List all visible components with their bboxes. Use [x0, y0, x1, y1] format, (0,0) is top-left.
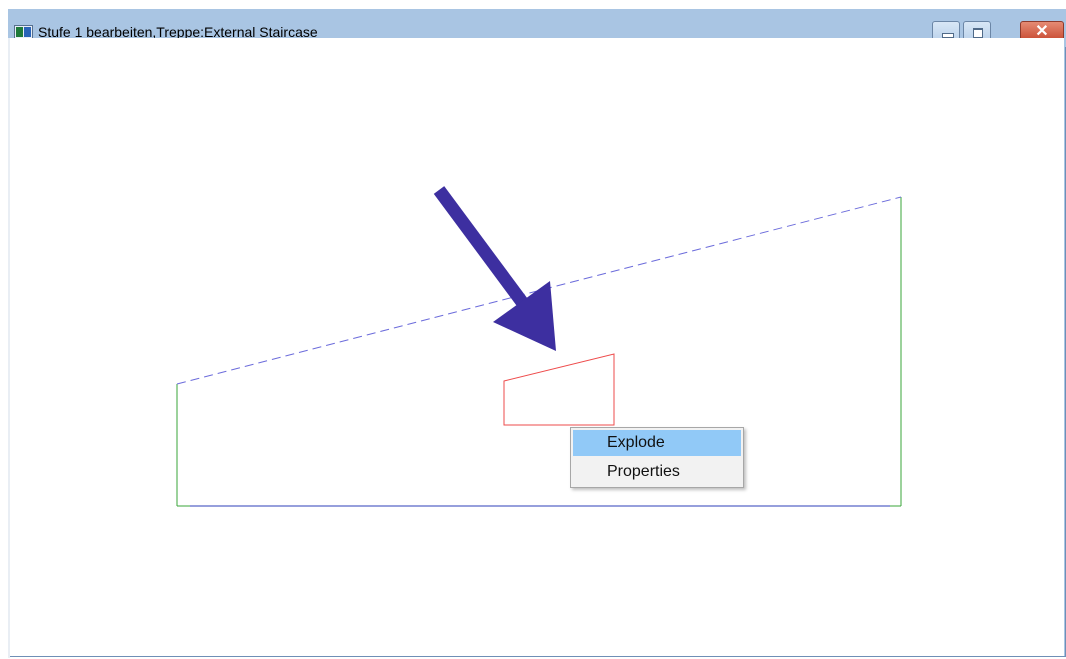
- staircase-outline[interactable]: [176, 197, 902, 507]
- pointer-arrow-head: [493, 281, 556, 351]
- step-outline[interactable]: [503, 353, 615, 426]
- pointer-arrow-shaft: [433, 186, 528, 306]
- drawing-layer: [176, 186, 902, 507]
- context-menu: Explode Properties: [570, 427, 744, 488]
- menu-item-properties[interactable]: Properties: [573, 459, 741, 485]
- menu-item-explode[interactable]: Explode: [573, 430, 741, 456]
